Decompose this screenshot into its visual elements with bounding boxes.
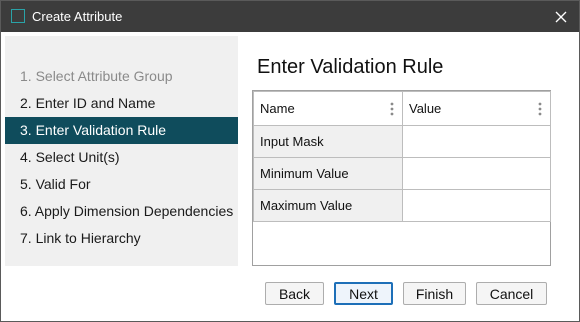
window-title: Create Attribute bbox=[32, 9, 123, 24]
row-name-maximum-value: Maximum Value bbox=[253, 189, 403, 222]
table-row: Maximum Value bbox=[253, 189, 551, 222]
step-apply-dimension-dependencies[interactable]: 6. Apply Dimension Dependencies bbox=[5, 198, 238, 225]
column-header-value[interactable]: Value bbox=[402, 91, 551, 126]
row-name-minimum-value: Minimum Value bbox=[253, 157, 403, 190]
value-cell-maximum-value[interactable] bbox=[402, 189, 551, 222]
value-cell-minimum-value[interactable] bbox=[402, 157, 551, 190]
finish-button[interactable]: Finish bbox=[403, 282, 466, 305]
title-bar: Create Attribute bbox=[1, 1, 579, 32]
table-row: Input Mask bbox=[253, 125, 551, 158]
step-link-to-hierarchy[interactable]: 7. Link to Hierarchy bbox=[5, 225, 238, 252]
row-name-input-mask: Input Mask bbox=[253, 125, 403, 158]
column-header-name[interactable]: Name bbox=[253, 91, 403, 126]
value-cell-input-mask[interactable] bbox=[402, 125, 551, 158]
step-enter-id-and-name[interactable]: 2. Enter ID and Name bbox=[5, 90, 238, 117]
validation-rule-table: Name Value Input Mask Minimum Value Maxi… bbox=[252, 90, 551, 266]
cancel-button[interactable]: Cancel bbox=[476, 282, 547, 305]
dialog-body: 1. Select Attribute Group 2. Enter ID an… bbox=[1, 32, 579, 321]
create-attribute-dialog: Create Attribute 1. Select Attribute Gro… bbox=[0, 0, 580, 322]
column-header-label: Value bbox=[409, 101, 442, 116]
app-icon bbox=[11, 9, 25, 23]
step-select-units[interactable]: 4. Select Unit(s) bbox=[5, 144, 238, 171]
step-select-attribute-group: 1. Select Attribute Group bbox=[20, 68, 173, 84]
wizard-steps-panel: 1. Select Attribute Group 2. Enter ID an… bbox=[5, 36, 238, 266]
close-button[interactable] bbox=[549, 5, 573, 29]
table-row: Minimum Value bbox=[253, 157, 551, 190]
back-button[interactable]: Back bbox=[265, 282, 324, 305]
column-menu-icon[interactable] bbox=[390, 102, 394, 116]
column-menu-icon[interactable] bbox=[538, 102, 542, 116]
column-header-label: Name bbox=[260, 101, 295, 116]
close-icon bbox=[555, 11, 567, 23]
next-button[interactable]: Next bbox=[334, 282, 393, 305]
step-enter-validation-rule[interactable]: 3. Enter Validation Rule bbox=[5, 117, 238, 144]
page-title: Enter Validation Rule bbox=[257, 56, 444, 78]
step-valid-for[interactable]: 5. Valid For bbox=[5, 171, 238, 198]
